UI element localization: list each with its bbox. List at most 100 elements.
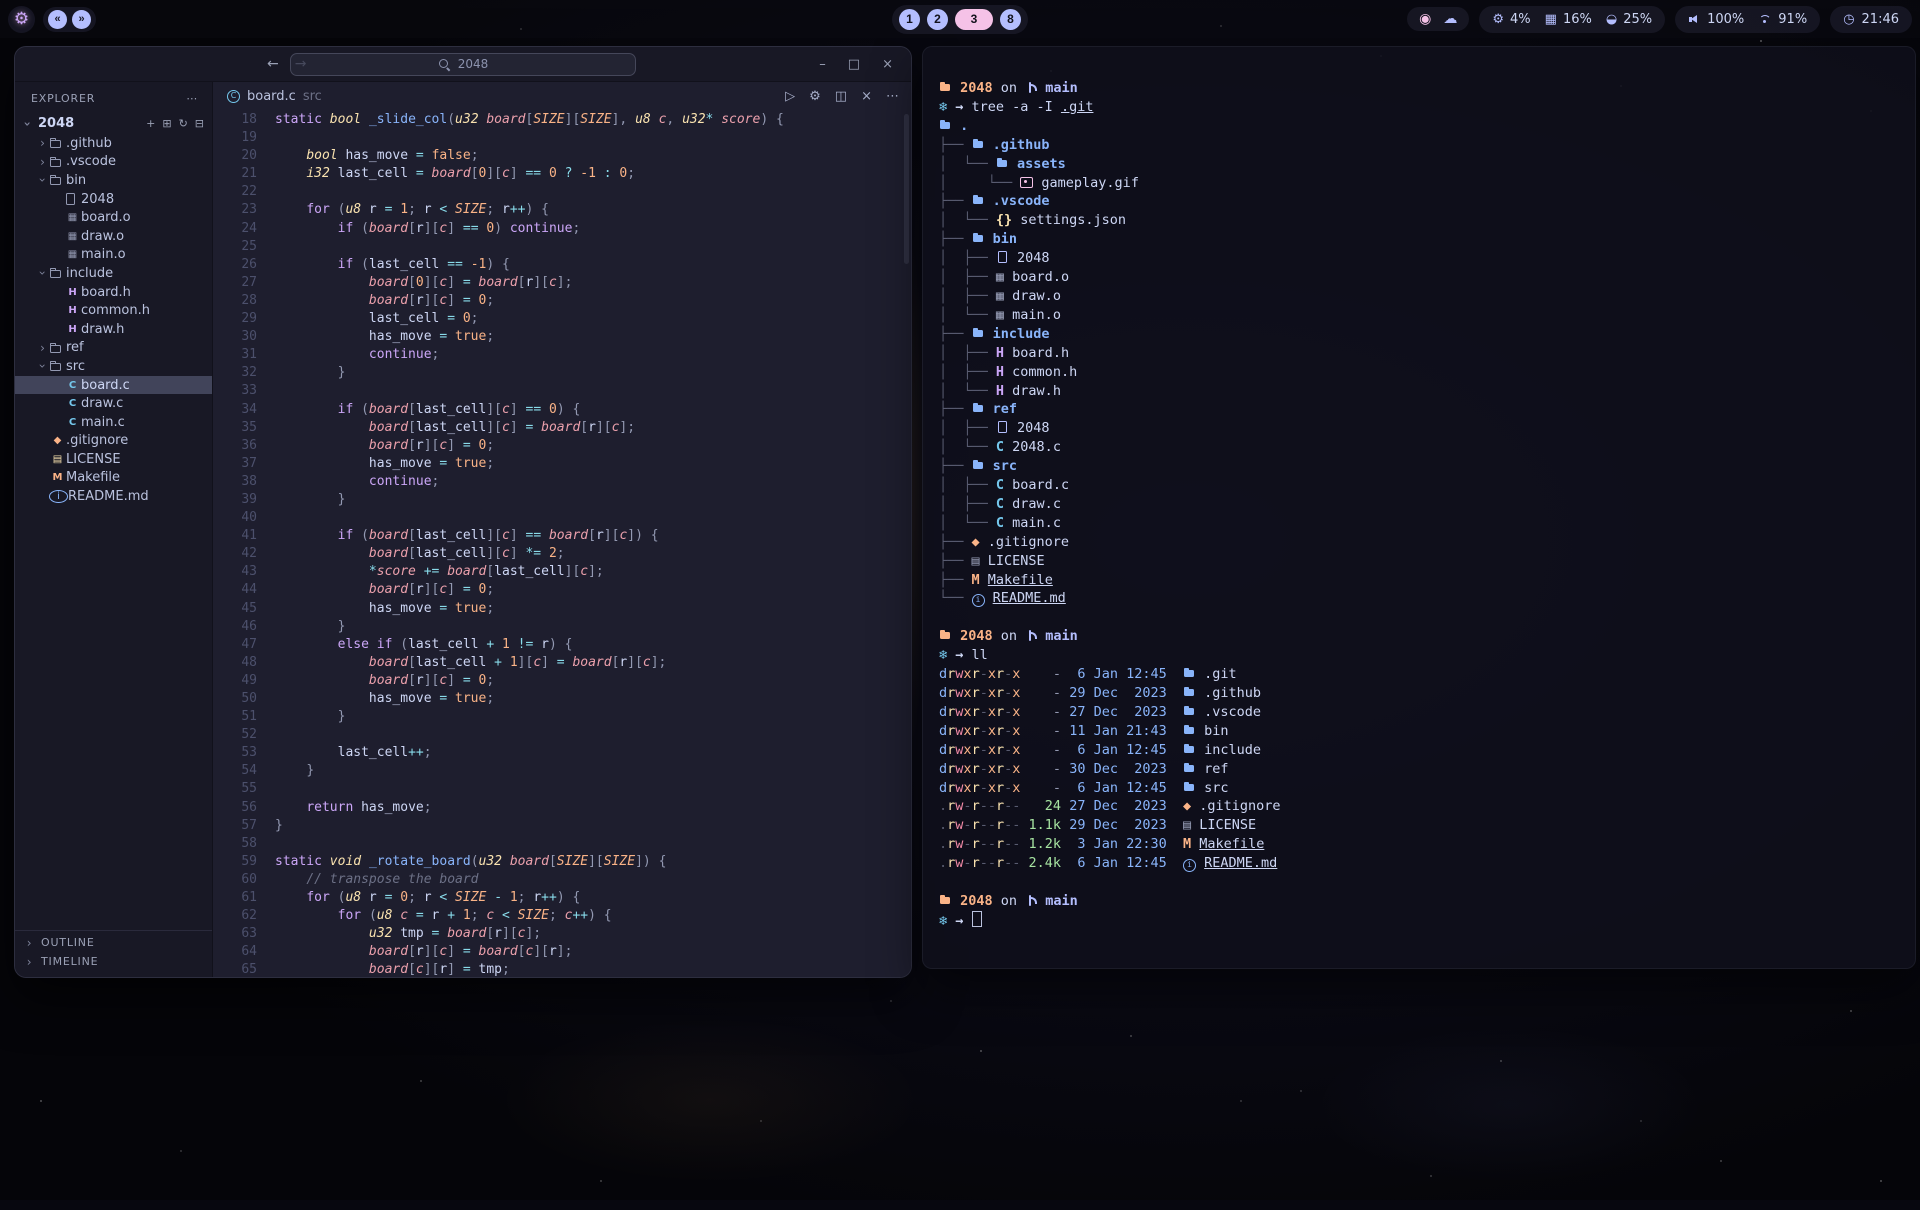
chevron-right-icon: › <box>36 341 49 355</box>
folder-icon <box>972 138 985 150</box>
line-number: 54 <box>213 762 275 780</box>
tree-item-board.o[interactable]: ›▦board.o <box>15 208 212 227</box>
launcher-button[interactable]: ⚙ <box>8 6 35 33</box>
tree-item-include[interactable]: ›include <box>15 264 212 283</box>
terminal-window[interactable]: 2048 on main❄ → tree -a -I .git .├── .gi… <box>922 46 1916 969</box>
terminal-line: │ └── ▦ main.o <box>939 306 1899 325</box>
tree-item-bin[interactable]: ›bin <box>15 171 212 190</box>
tree-item-main.o[interactable]: ›▦main.o <box>15 246 212 265</box>
clock-widget[interactable]: ◷ 21:46 <box>1830 6 1912 33</box>
maximize-button[interactable]: □ <box>848 57 860 72</box>
chevron-down-icon: › <box>36 267 50 280</box>
folder-icon <box>1183 762 1196 774</box>
editor-actions: ▷ ⚙ ◫ × ⋯ <box>785 89 899 104</box>
workspace-1[interactable]: 1 <box>899 9 920 30</box>
tree-item-label: draw.c <box>81 396 123 411</box>
panel-timeline[interactable]: › TIMELINE <box>15 952 212 971</box>
tree-item-.github[interactable]: ›.github <box>15 134 212 153</box>
tree-item-LICENSE[interactable]: ›▤LICENSE <box>15 450 212 469</box>
tree-item-draw.h[interactable]: ›Hdraw.h <box>15 320 212 339</box>
line-number: 20 <box>213 147 275 165</box>
code-line-31: 31 continue; <box>213 346 911 364</box>
breadcrumb[interactable]: C board.c src ▷⚙◫×⋯ <box>213 82 911 110</box>
tree-item-common.h[interactable]: ›Hcommon.h <box>15 301 212 320</box>
new-folder-icon[interactable]: ⊞ <box>162 117 171 130</box>
minimize-button[interactable]: – <box>819 57 826 72</box>
line-number: 42 <box>213 545 275 563</box>
line-number: 41 <box>213 527 275 545</box>
system-stats-widget[interactable]: ⚙ 4% ▦ 16% ◒ 25% <box>1479 6 1665 33</box>
tree-item-.gitignore[interactable]: ›◆.gitignore <box>15 432 212 451</box>
run-button-icon[interactable]: ▷ <box>785 89 795 104</box>
tree-item-board.h[interactable]: ›Hboard.h <box>15 283 212 302</box>
code-line-53: 53 last_cell++; <box>213 744 911 762</box>
line-number: 45 <box>213 600 275 618</box>
scrollbar-thumb[interactable] <box>904 114 909 264</box>
tree-item-src[interactable]: ›src <box>15 357 212 376</box>
code-line-22: 22 <box>213 183 911 201</box>
close-editor-icon[interactable]: × <box>861 89 872 104</box>
line-number: 25 <box>213 238 275 256</box>
workspace-2[interactable]: 2 <box>927 9 948 30</box>
applets-widget[interactable]: ◉ ☁ <box>1407 7 1469 31</box>
permissions: drwxr-xr-x <box>939 666 1020 682</box>
line-number: 50 <box>213 690 275 708</box>
permissions: drwxr-xr-x <box>939 723 1020 739</box>
folder-icon <box>939 119 952 131</box>
code-line-26: 26 if (last_cell == -1) { <box>213 256 911 274</box>
tree-item-board.c[interactable]: ›Cboard.c <box>15 376 212 395</box>
line-number: 44 <box>213 581 275 599</box>
refresh-icon[interactable]: ↻ <box>179 117 188 130</box>
terminal-line: │ ├── C draw.c <box>939 495 1899 514</box>
command-center-search[interactable]: 2048 <box>290 53 636 76</box>
code-line-50: 50 has_move = true; <box>213 690 911 708</box>
folder-icon <box>939 894 952 906</box>
memory-stat: ▦ 16% <box>1545 12 1592 27</box>
folder-icon <box>1183 705 1196 717</box>
terminal-line: │ ├── 2048 <box>939 249 1899 268</box>
folder-icon <box>939 629 952 641</box>
line-number: 39 <box>213 491 275 509</box>
code-line-49: 49 board[r][c] = 0; <box>213 672 911 690</box>
tree-item-label: README.md <box>68 489 149 504</box>
code-line-29: 29 last_cell = 0; <box>213 310 911 328</box>
code-line-38: 38 continue; <box>213 473 911 491</box>
line-number: 30 <box>213 328 275 346</box>
file-icon: ▦ <box>64 231 81 242</box>
terminal-line: │ └── H draw.h <box>939 382 1899 401</box>
close-button[interactable]: × <box>882 57 893 72</box>
tree-item-main.c[interactable]: ›Cmain.c <box>15 413 212 432</box>
media-prev-button[interactable]: « <box>48 10 67 29</box>
tree-item-draw.c[interactable]: ›Cdraw.c <box>15 394 212 413</box>
permissions: .rw-r--r-- <box>939 798 1020 814</box>
tree-item-draw.o[interactable]: ›▦draw.o <box>15 227 212 246</box>
tree-item-ref[interactable]: ›ref <box>15 339 212 358</box>
panel-label: TIMELINE <box>41 955 98 968</box>
back-button[interactable]: ← <box>267 56 279 72</box>
tree-root-label: 2048 <box>38 116 74 131</box>
file-icon <box>996 251 1009 263</box>
panel-outline[interactable]: › OUTLINE <box>15 933 212 952</box>
terminal-line: drwxr-xr-x - 6 Jan 12:45 src <box>939 779 1899 798</box>
tree-item-label: LICENSE <box>66 452 121 467</box>
media-next-button[interactable]: » <box>72 10 91 29</box>
collapse-all-icon[interactable]: ⊟ <box>195 117 204 130</box>
tree-root-2048[interactable]: › 2048 +⊞↻⊟ <box>15 113 212 134</box>
tree-item-2048[interactable]: ›2048 <box>15 190 212 209</box>
audio-network-widget[interactable]: 100% 91% <box>1675 6 1820 33</box>
workspace-8[interactable]: 8 <box>1000 9 1021 30</box>
tree-item-Makefile[interactable]: ›MMakefile <box>15 469 212 488</box>
code-area[interactable]: 18static bool _slide_col(u32 board[SIZE]… <box>213 110 911 977</box>
tree-item-README.md[interactable]: ›iREADME.md <box>15 487 212 506</box>
settings-icon[interactable]: ⚙ <box>809 89 821 104</box>
new-file-icon[interactable]: + <box>146 117 155 130</box>
tree-item-label: common.h <box>81 303 150 318</box>
explorer-more-button[interactable]: ⋯ <box>186 92 198 105</box>
workspace-3[interactable]: 3 <box>955 9 993 30</box>
split-editor-icon[interactable]: ◫ <box>835 89 847 104</box>
terminal-line: ├── .vscode <box>939 192 1899 211</box>
tree-item-.vscode[interactable]: ›.vscode <box>15 153 212 172</box>
tree-item-label: 2048 <box>81 192 114 207</box>
folder-icon <box>49 137 66 149</box>
more-actions-icon[interactable]: ⋯ <box>886 89 899 104</box>
